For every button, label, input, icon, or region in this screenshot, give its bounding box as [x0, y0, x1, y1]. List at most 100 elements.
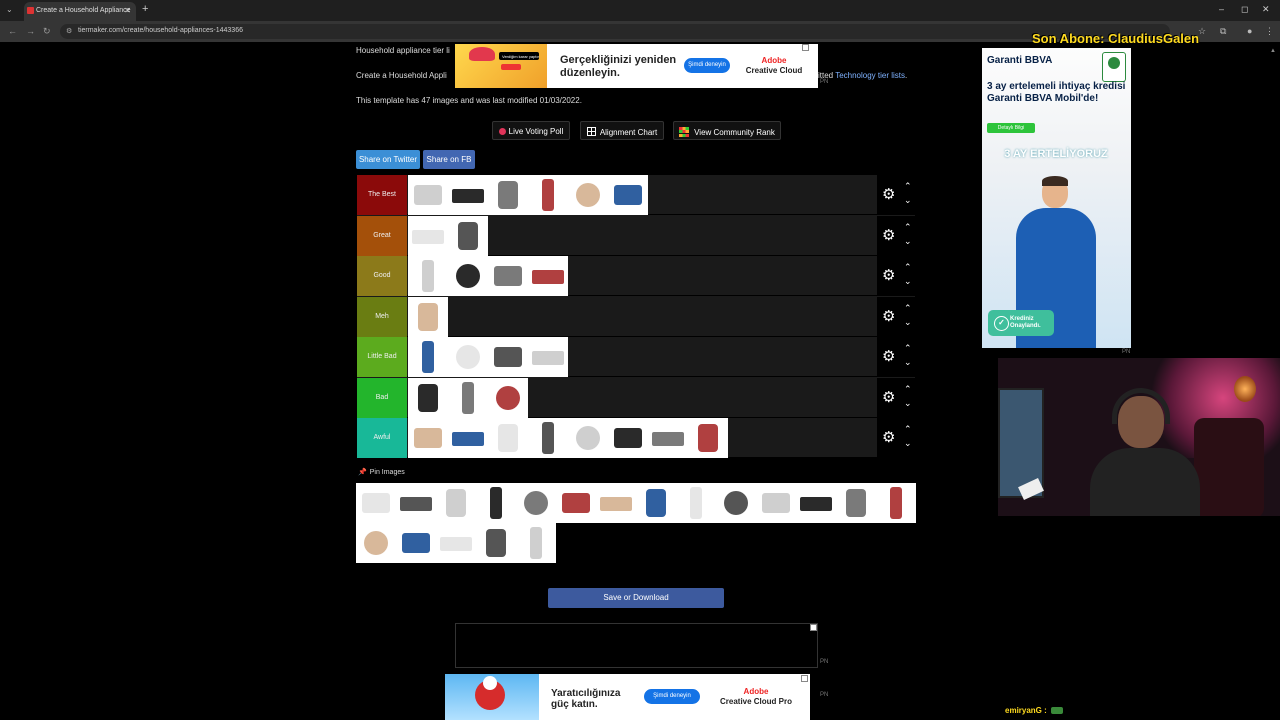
appliance-image[interactable] [688, 418, 728, 458]
side-banner-ad[interactable]: Garanti BBVA 3 ay ertelemeli ihtiyaç kre… [982, 48, 1131, 348]
appliance-image[interactable] [396, 523, 436, 563]
url-field[interactable]: ⚙ tiermaker.com/create/household-applian… [60, 24, 1170, 39]
bottom-ad-cta[interactable]: Şimdi deneyin [644, 689, 700, 704]
appliance-image[interactable] [476, 483, 516, 523]
move-tier-up-icon[interactable]: ⌃ [904, 344, 912, 353]
appliance-image[interactable] [568, 418, 608, 458]
tier-label[interactable]: Great [357, 215, 407, 256]
site-info-icon[interactable]: ⚙ [66, 27, 72, 35]
appliance-image[interactable] [636, 483, 676, 523]
appliance-image[interactable] [676, 483, 716, 523]
move-tier-down-icon[interactable]: ⌄ [904, 439, 912, 448]
appliance-image[interactable] [448, 256, 488, 296]
tier-label[interactable]: Meh [357, 296, 407, 337]
share-twitter-button[interactable]: Share on Twitter [356, 150, 420, 169]
alignment-chart-button[interactable]: Alignment Chart [580, 121, 664, 140]
move-tier-up-icon[interactable]: ⌃ [904, 384, 912, 394]
appliance-image[interactable] [408, 215, 448, 256]
appliance-image[interactable] [756, 483, 796, 523]
appliance-image[interactable] [356, 483, 396, 523]
tier-label[interactable]: The Best [357, 175, 407, 215]
live-voting-poll-button[interactable]: Live Voting Poll [492, 121, 570, 140]
appliance-image[interactable] [608, 418, 648, 458]
appliance-image[interactable] [556, 483, 596, 523]
forward-icon[interactable]: → [26, 26, 35, 36]
appliance-image[interactable] [488, 175, 528, 215]
tier-settings-gear-icon[interactable]: ⚙ [882, 268, 895, 283]
appliance-image[interactable] [716, 483, 756, 523]
appliance-image[interactable] [488, 256, 528, 296]
appliance-image[interactable] [516, 483, 556, 523]
move-tier-down-icon[interactable]: ⌄ [904, 317, 912, 327]
tier-label[interactable]: Little Bad [357, 337, 407, 377]
move-tier-down-icon[interactable]: ⌄ [904, 196, 912, 205]
tier-settings-gear-icon[interactable]: ⚙ [882, 309, 895, 324]
bookmark-star-icon[interactable]: ☆ [1198, 26, 1206, 37]
save-or-download-button[interactable]: Save or Download [548, 588, 724, 608]
browser-tab[interactable]: Create a Household Appliance ✕ [24, 2, 136, 21]
appliance-image[interactable] [528, 175, 568, 215]
restore-icon[interactable]: ◻ [1241, 4, 1248, 15]
empty-ad-close-icon[interactable] [810, 624, 817, 631]
technology-tier-lists-link[interactable]: Technology tier lists [835, 71, 905, 80]
appliance-image[interactable] [408, 175, 448, 215]
reload-icon[interactable]: ↻ [43, 26, 51, 37]
close-tab-icon[interactable]: ✕ [124, 6, 131, 15]
appliance-image[interactable] [408, 337, 448, 377]
appliance-image[interactable] [448, 337, 488, 377]
appliance-image[interactable] [528, 256, 568, 296]
new-tab-icon[interactable]: + [142, 3, 148, 15]
appliance-image[interactable] [608, 175, 648, 215]
tier-settings-gear-icon[interactable]: ⚙ [882, 390, 895, 405]
appliance-image[interactable] [516, 523, 556, 563]
appliance-image[interactable] [448, 377, 488, 418]
bottom-ad-close-icon[interactable] [801, 675, 808, 682]
appliance-image[interactable] [488, 377, 528, 418]
view-community-rank-button[interactable]: View Community Rank [673, 121, 781, 140]
tier-settings-gear-icon[interactable]: ⚙ [882, 430, 895, 445]
appliance-image[interactable] [408, 296, 448, 337]
appliance-image[interactable] [836, 483, 876, 523]
minimize-icon[interactable]: – [1219, 4, 1224, 14]
profile-avatar-icon[interactable]: ● [1247, 26, 1252, 36]
window-close-icon[interactable]: ✕ [1262, 4, 1270, 15]
appliance-image[interactable] [448, 175, 488, 215]
appliance-image[interactable] [596, 483, 636, 523]
appliance-image[interactable] [448, 215, 488, 256]
appliance-image[interactable] [476, 523, 516, 563]
appliance-image[interactable] [648, 418, 688, 458]
appliance-image[interactable] [448, 418, 488, 458]
tier-label[interactable]: Awful [357, 418, 407, 458]
move-tier-up-icon[interactable]: ⌃ [904, 182, 912, 191]
top-banner-ad[interactable]: Verdiğim karar yaptım Gerçekliğinizi yen… [455, 44, 818, 88]
browser-menu-icon[interactable]: ⋮ [1265, 26, 1274, 37]
pin-images-toggle[interactable]: 📌 Pin Images [358, 468, 405, 476]
move-tier-down-icon[interactable]: ⌄ [904, 358, 912, 367]
appliance-image[interactable] [568, 175, 608, 215]
appliance-image[interactable] [528, 337, 568, 377]
back-icon[interactable]: ← [8, 26, 17, 36]
ad-close-icon[interactable] [802, 44, 809, 51]
appliance-image[interactable] [408, 256, 448, 296]
tier-settings-gear-icon[interactable]: ⚙ [882, 349, 895, 364]
move-tier-up-icon[interactable]: ⌃ [904, 425, 912, 434]
move-tier-up-icon[interactable]: ⌃ [904, 222, 912, 232]
ad-cta-button[interactable]: Şimdi deneyin [684, 58, 730, 73]
tier-settings-gear-icon[interactable]: ⚙ [882, 228, 895, 243]
appliance-image[interactable] [436, 483, 476, 523]
move-tier-down-icon[interactable]: ⌄ [904, 277, 912, 286]
appliance-image[interactable] [356, 523, 396, 563]
bottom-banner-ad[interactable]: Yaratıcılığınıza güç katın. Şimdi deneyi… [445, 674, 810, 720]
appliance-image[interactable] [408, 418, 448, 458]
tier-label[interactable]: Bad [357, 377, 407, 418]
scrollbar-up-icon[interactable]: ▲ [1270, 48, 1276, 54]
appliance-image[interactable] [408, 377, 448, 418]
appliance-image[interactable] [396, 483, 436, 523]
appliance-image[interactable] [488, 337, 528, 377]
tier-settings-gear-icon[interactable]: ⚙ [882, 187, 895, 202]
move-tier-up-icon[interactable]: ⌃ [904, 263, 912, 272]
tier-label[interactable]: Good [357, 256, 407, 296]
appliance-image[interactable] [436, 523, 476, 563]
move-tier-down-icon[interactable]: ⌄ [904, 398, 912, 408]
appliance-image[interactable] [528, 418, 568, 458]
